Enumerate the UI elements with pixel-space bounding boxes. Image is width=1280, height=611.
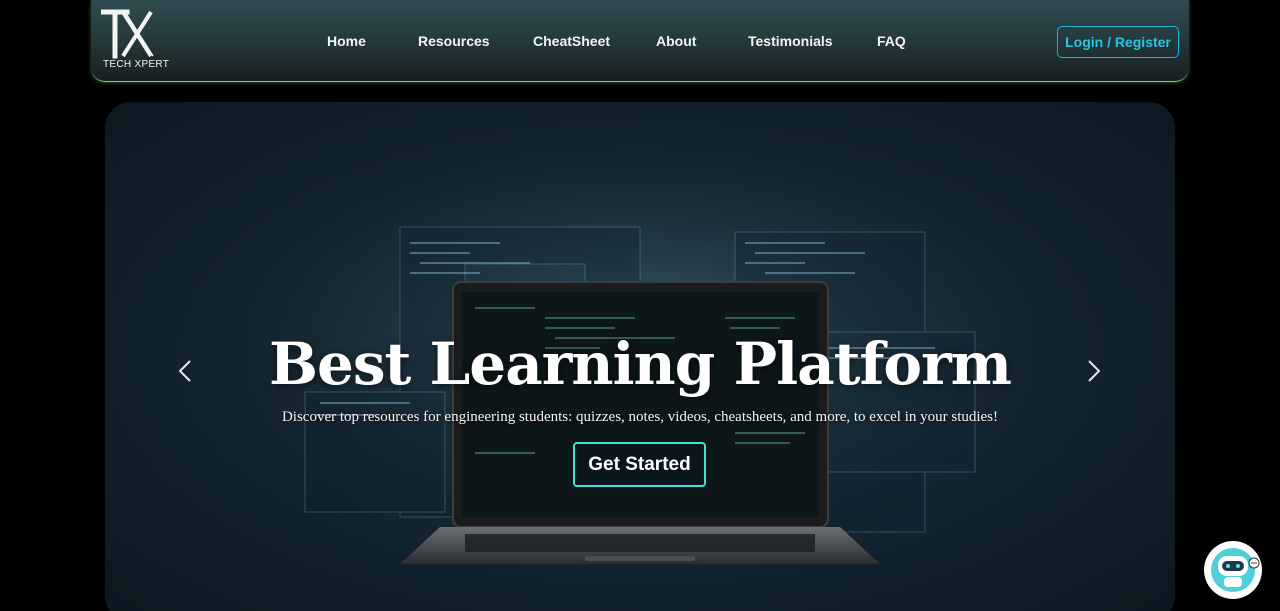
nav-faq[interactable]: FAQ xyxy=(877,33,906,49)
nav-cheatsheet[interactable]: CheatSheet xyxy=(533,33,610,49)
nav-resources[interactable]: Resources xyxy=(418,33,490,49)
nav-testimonials[interactable]: Testimonials xyxy=(748,33,833,49)
logo-text: TECH XPERT xyxy=(103,59,170,70)
hero-carousel: Best Learning Platform Discover top reso… xyxy=(105,102,1175,611)
robot-icon xyxy=(1211,548,1260,592)
nav-home[interactable]: Home xyxy=(327,33,366,49)
hero-subtitle: Discover top resources for engineering s… xyxy=(281,409,999,425)
login-register-button[interactable]: Login / Register xyxy=(1057,26,1179,58)
nav-links: Home Resources CheatSheet About Testimon… xyxy=(91,33,1189,51)
hero-title: Best Learning Platform xyxy=(268,330,1012,398)
nav-about[interactable]: About xyxy=(656,33,696,49)
navbar: TECH XPERT Home Resources CheatSheet Abo… xyxy=(91,0,1189,82)
get-started-button[interactable]: Get Started xyxy=(573,442,706,487)
chatbot-button[interactable] xyxy=(1204,541,1262,599)
